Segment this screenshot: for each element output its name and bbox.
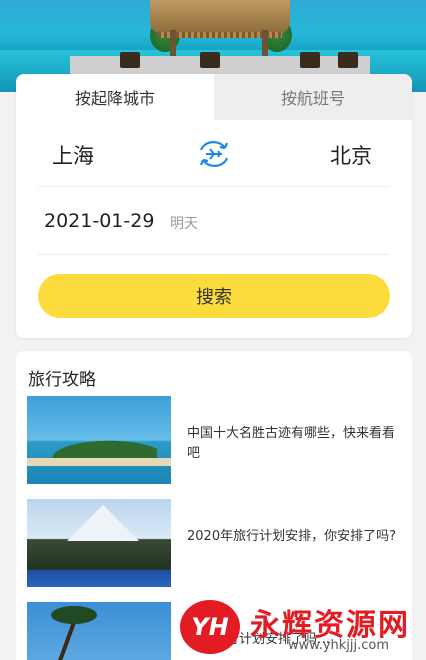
article-title: 中国十大名胜古迹有哪些，快来看看吧: [187, 426, 396, 461]
departure-city[interactable]: 上海: [52, 140, 94, 170]
search-button[interactable]: 搜索: [38, 274, 390, 318]
plane-swap-icon[interactable]: [196, 138, 232, 170]
section-title: 旅行攻略: [28, 370, 96, 390]
hero-hut-roof: [150, 0, 290, 38]
flight-search-card: 按起降城市 按航班号 上海 北京 2021-01-29 明天 搜索: [16, 74, 412, 338]
watermark-url: www.yhkjjj.com: [288, 638, 390, 653]
list-item[interactable]: 2020年旅行计划安排，你安排了吗?: [27, 499, 401, 589]
hero-deck: [70, 56, 370, 76]
list-item[interactable]: 中国十大名胜古迹有哪些，快来看看吧: [27, 396, 401, 486]
divider: [38, 254, 390, 255]
hero-chair: [300, 52, 320, 68]
article-thumbnail: [27, 396, 171, 484]
article-thumbnail: [27, 499, 171, 587]
watermark-logo: YH: [180, 600, 240, 654]
tab-by-flight-number[interactable]: 按航班号: [214, 74, 412, 120]
hero-chair: [120, 52, 140, 68]
search-mode-tabs: 按起降城市 按航班号: [16, 74, 412, 120]
arrival-city[interactable]: 北京: [330, 140, 372, 170]
thumbnail-island: [37, 436, 157, 458]
watermark: YH 永辉资源网 www.yhkjjj.com: [180, 600, 426, 660]
route-selector: 上海 北京: [16, 120, 412, 186]
hero-chair: [338, 52, 358, 68]
divider: [38, 186, 390, 187]
thumbnail-mountain: [67, 505, 139, 541]
thumbnail-palm-leaf: [51, 606, 97, 624]
departure-date-hint: 明天: [170, 216, 198, 232]
hero-chair: [200, 52, 220, 68]
tab-by-city[interactable]: 按起降城市: [16, 74, 214, 120]
article-title: 2020年旅行计划安排，你安排了吗?: [187, 529, 396, 544]
article-thumbnail: [27, 602, 171, 660]
departure-date[interactable]: 2021-01-29: [44, 210, 154, 232]
thumbnail-beach: [27, 458, 171, 466]
